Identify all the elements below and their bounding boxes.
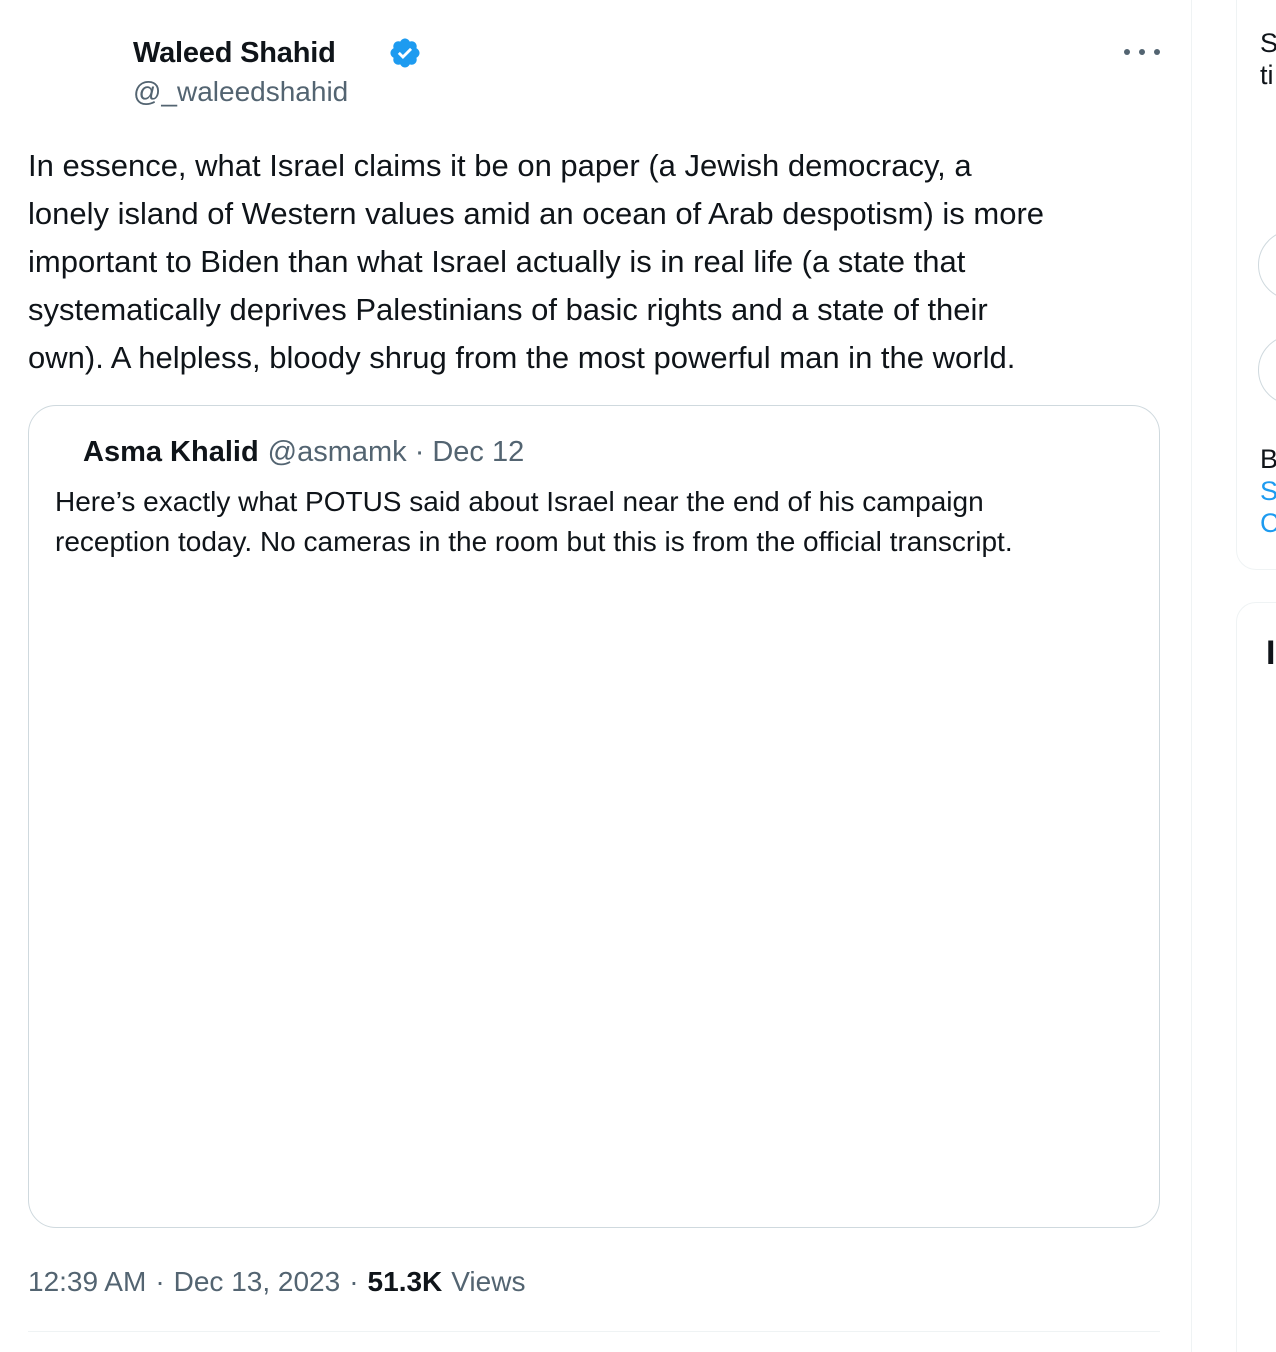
author-display-name[interactable]: Waleed Shahid [133,37,336,70]
sidebar-link[interactable]: C [1260,508,1276,539]
tweet-text: In essence, what Israel claims it be on … [28,148,1045,375]
sidebar-text: S [1260,28,1276,58]
views-label: Views [451,1266,526,1297]
author-names: Waleed Shahid @_waleedshahid [133,36,422,108]
sidebar-text: B [1260,444,1276,474]
display-name-row: Waleed Shahid [133,36,422,70]
tweet-date[interactable]: Dec 13, 2023 [174,1266,341,1298]
sidebar-heading: I [1266,634,1276,672]
quoted-tweet-date: Dec 12 [432,435,525,468]
quoted-tweet-header: Asma Khalid @asmamk · Dec 12 [35,432,525,472]
tweet-author-row: Waleed Shahid @_waleedshahid [28,0,1160,130]
tweet-meta-row: 12:39 AM · Dec 13, 2023 · 51.3K Views [28,1262,525,1302]
views-count: 51.3K [367,1266,443,1297]
quoted-author-avatar [35,432,75,472]
author-username[interactable]: @_waleedshahid [133,76,422,108]
more-dot [1124,49,1130,55]
quoted-tweet-text: Here’s exactly what POTUS said about Isr… [55,486,1013,557]
quoted-author-display-name: Asma Khalid [83,435,259,468]
author-avatar[interactable] [28,36,108,116]
meta-separator: · [155,1266,165,1297]
more-dot [1154,49,1160,55]
more-dot [1139,49,1145,55]
main-column: Waleed Shahid @_waleedshahid In essence,… [0,0,1192,1352]
divider [28,1331,1160,1332]
tweet: Waleed Shahid @_waleedshahid In essence,… [28,0,1160,1332]
quoted-author-username: @asmamk [267,435,407,468]
tweet-time[interactable]: 12:39 AM [28,1266,146,1298]
quoted-tweet-card[interactable]: Asma Khalid @asmamk · Dec 12 Here’s exac… [28,405,1160,1228]
more-options-icon[interactable] [1124,40,1160,64]
quoted-separator: · [414,435,425,468]
sidebar-text: ti [1260,60,1274,90]
page: Waleed Shahid @_waleedshahid In essence,… [0,0,1276,1352]
right-sidebar: S ti B S C I [1236,0,1276,1352]
sidebar-link[interactable]: S [1260,476,1276,507]
meta-separator: · [349,1266,359,1297]
verified-badge-icon[interactable] [388,36,422,70]
sidebar-card [1236,602,1276,1352]
